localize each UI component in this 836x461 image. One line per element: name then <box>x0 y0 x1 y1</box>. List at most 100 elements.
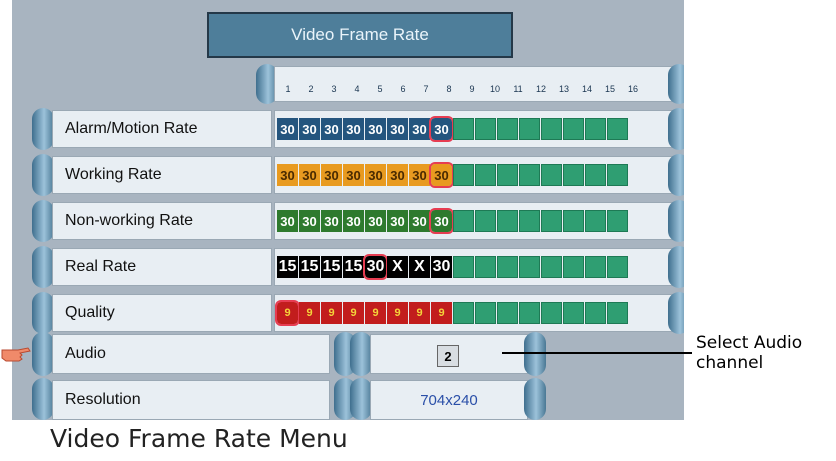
dvr-menu-screen: Video Frame Rate 1 2 3 4 5 6 7 8 9 10 11 12 13 14 15 16… <box>12 0 684 420</box>
empty-cell[interactable] <box>475 118 496 140</box>
resolution-value[interactable]: 704x240 <box>370 380 528 420</box>
rate-cell[interactable]: 30 <box>409 118 430 140</box>
empty-cell[interactable] <box>607 210 628 232</box>
rate-cell[interactable]: 9 <box>431 302 452 324</box>
rate-cell[interactable]: 9 <box>387 302 408 324</box>
empty-cell[interactable] <box>519 210 540 232</box>
rate-cell[interactable]: 30 <box>299 118 320 140</box>
rate-cell[interactable]: 30 <box>343 210 364 232</box>
empty-cell[interactable] <box>541 164 562 186</box>
audio-channel-value[interactable]: 2 <box>437 345 459 367</box>
empty-cell[interactable] <box>585 256 606 278</box>
rate-cell[interactable]: 30 <box>429 208 454 234</box>
channel-number: 11 <box>513 84 523 94</box>
row-left-cap <box>32 154 54 196</box>
empty-cell[interactable] <box>453 164 474 186</box>
empty-cell[interactable] <box>541 118 562 140</box>
row-label: Quality <box>52 294 272 332</box>
rate-cell[interactable]: 30 <box>363 254 388 280</box>
empty-cell[interactable] <box>563 210 584 232</box>
rate-cell[interactable]: 30 <box>343 118 364 140</box>
empty-cell[interactable] <box>607 164 628 186</box>
rate-cell[interactable]: 30 <box>431 256 452 278</box>
empty-cell[interactable] <box>497 210 518 232</box>
empty-cell[interactable] <box>453 302 474 324</box>
rate-cell[interactable]: 30 <box>277 118 298 140</box>
rate-cell[interactable]: 30 <box>365 118 386 140</box>
empty-cell[interactable] <box>475 164 496 186</box>
rate-cell[interactable]: 30 <box>343 164 364 186</box>
empty-cell[interactable] <box>607 118 628 140</box>
row-cells: 30 30 30 30 30 30 30 30 <box>277 208 629 234</box>
rate-cell[interactable]: 15 <box>321 256 342 278</box>
empty-cell[interactable] <box>541 210 562 232</box>
empty-cell[interactable] <box>563 302 584 324</box>
empty-cell[interactable] <box>585 118 606 140</box>
rate-cell[interactable]: 30 <box>365 164 386 186</box>
empty-cell[interactable] <box>519 302 540 324</box>
rate-cell[interactable]: 30 <box>387 118 408 140</box>
rate-cell[interactable]: 30 <box>387 164 408 186</box>
empty-cell[interactable] <box>585 164 606 186</box>
rate-cell[interactable]: 9 <box>343 302 364 324</box>
empty-cell[interactable] <box>497 118 518 140</box>
rate-cell[interactable]: 30 <box>409 210 430 232</box>
rate-cell[interactable]: 30 <box>409 164 430 186</box>
window-title: Video Frame Rate <box>207 12 513 58</box>
empty-cell[interactable] <box>453 210 474 232</box>
empty-cell[interactable] <box>475 210 496 232</box>
audio-value-box[interactable]: 2 <box>370 334 528 374</box>
row-left-cap <box>32 246 54 288</box>
empty-cell[interactable] <box>607 302 628 324</box>
rate-cell[interactable]: 30 <box>321 164 342 186</box>
audio-label: Audio <box>52 334 330 374</box>
rate-cell[interactable]: 30 <box>321 210 342 232</box>
rate-cell[interactable]: 30 <box>299 164 320 186</box>
rate-cell[interactable]: 30 <box>277 210 298 232</box>
rate-cell[interactable]: 30 <box>429 162 454 188</box>
rate-cell[interactable]: 9 <box>275 300 300 326</box>
resolution-mid-cap-right <box>350 378 372 420</box>
row-left-cap <box>32 108 54 150</box>
rate-cell[interactable]: 9 <box>365 302 386 324</box>
empty-cell[interactable] <box>519 164 540 186</box>
empty-cell[interactable] <box>563 118 584 140</box>
empty-cell[interactable] <box>475 256 496 278</box>
empty-cell[interactable] <box>585 302 606 324</box>
rate-cell[interactable]: 30 <box>299 210 320 232</box>
rate-cell[interactable]: 30 <box>277 164 298 186</box>
empty-cell[interactable] <box>585 210 606 232</box>
channel-number: 6 <box>400 84 406 94</box>
rate-cell[interactable]: 30 <box>365 210 386 232</box>
empty-cell[interactable] <box>497 302 518 324</box>
row-cells: 99999999 <box>275 300 629 326</box>
rate-cell[interactable]: 30 <box>387 210 408 232</box>
row-cells: 30 30 30 30 30 30 30 30 <box>277 116 629 142</box>
channel-number: 3 <box>331 84 337 94</box>
rate-cell[interactable]: 9 <box>409 302 430 324</box>
rate-cell[interactable]: 9 <box>321 302 342 324</box>
rate-cell[interactable]: 30 <box>321 118 342 140</box>
channel-number-row: 1 2 3 4 5 6 7 8 9 10 11 12 13 14 15 16 <box>277 76 645 98</box>
rate-cell[interactable]: 30 <box>429 116 454 142</box>
rate-cell[interactable]: X <box>409 256 430 278</box>
empty-cell[interactable] <box>541 302 562 324</box>
empty-cell[interactable] <box>563 164 584 186</box>
empty-cell[interactable] <box>497 164 518 186</box>
row-label: Non-working Rate <box>52 202 272 240</box>
rate-cell[interactable]: 15 <box>299 256 320 278</box>
empty-cell[interactable] <box>563 256 584 278</box>
empty-cell[interactable] <box>475 302 496 324</box>
empty-cell[interactable] <box>519 256 540 278</box>
rate-cell[interactable]: 15 <box>277 256 298 278</box>
empty-cell[interactable] <box>497 256 518 278</box>
rate-cell[interactable]: 15 <box>343 256 364 278</box>
empty-cell[interactable] <box>541 256 562 278</box>
empty-cell[interactable] <box>453 118 474 140</box>
rate-cell[interactable]: X <box>387 256 408 278</box>
pointing-hand-icon <box>0 340 32 366</box>
empty-cell[interactable] <box>519 118 540 140</box>
rate-cell[interactable]: 9 <box>299 302 320 324</box>
empty-cell[interactable] <box>607 256 628 278</box>
empty-cell[interactable] <box>453 256 474 278</box>
